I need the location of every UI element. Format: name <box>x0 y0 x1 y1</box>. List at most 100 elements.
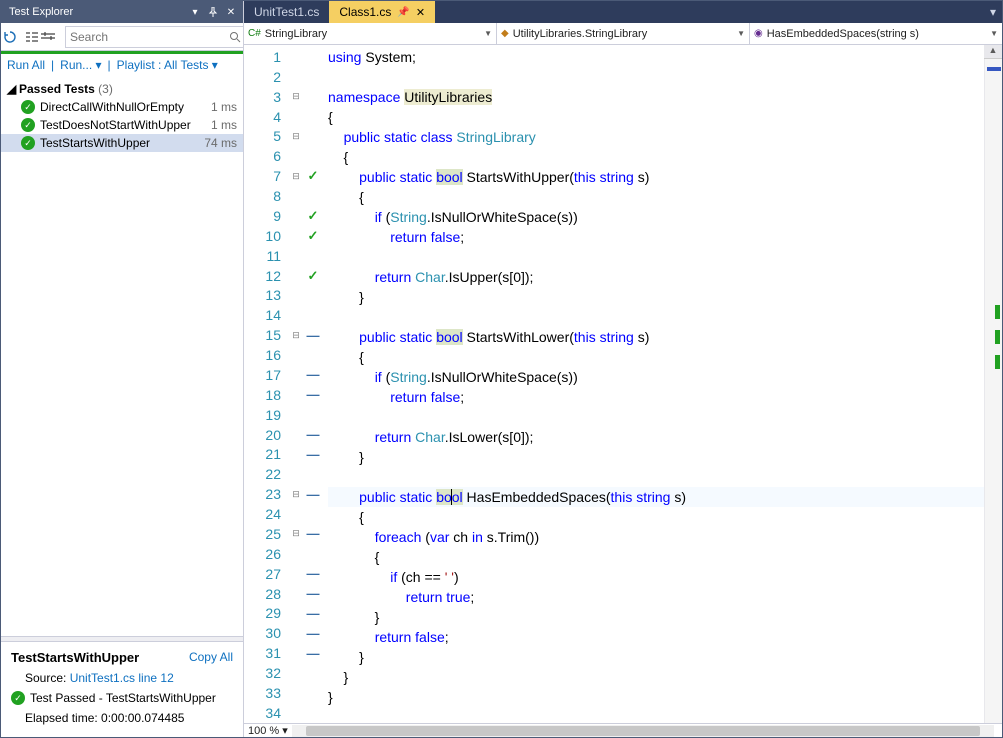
code-line[interactable]: { <box>328 507 984 527</box>
pin-icon[interactable]: 📌 <box>397 7 409 18</box>
code-line[interactable]: { <box>328 187 984 207</box>
line-number: 15 <box>244 327 289 343</box>
test-tree: ◢ Passed Tests (3) ✓ DirectCallWithNullO… <box>1 76 243 636</box>
fold-icon[interactable]: ⊟ <box>289 171 303 182</box>
code-line[interactable]: return Char.IsUpper(s[0]); <box>328 267 984 287</box>
line-number: 33 <box>244 685 289 701</box>
run-all-link[interactable]: Run All <box>7 58 45 72</box>
expand-icon[interactable]: ◢ <box>7 82 19 96</box>
close-tab-icon[interactable]: ✕ <box>416 6 425 19</box>
code-line[interactable]: return true; <box>328 587 984 607</box>
code-line[interactable]: } <box>328 447 984 467</box>
window-position-icon[interactable]: ▾ <box>187 4 203 20</box>
code-line[interactable] <box>328 707 984 723</box>
code-line[interactable]: return Char.IsLower(s[0]); <box>328 427 984 447</box>
code-editor[interactable]: 1 2 3 ⊟ 4 5 ⊟ 6 7 ⊟ ✓ 8 9 ✓ 10 ✓ 11 12 ✓ <box>244 45 1002 723</box>
nav-class-combo[interactable]: ◆ UtilityLibraries.StringLibrary ▼ <box>497 23 750 44</box>
code-line[interactable]: if (String.IsNullOrWhiteSpace(s)) <box>328 367 984 387</box>
close-icon[interactable]: ✕ <box>223 4 239 20</box>
code-line[interactable]: return false; <box>328 387 984 407</box>
playlist-link[interactable]: Playlist : All Tests ▾ <box>117 58 218 72</box>
code-line[interactable]: namespace UtilityLibraries <box>328 87 984 107</box>
code-line[interactable] <box>328 67 984 87</box>
coverage-indicator: — <box>303 447 323 462</box>
code-line[interactable] <box>328 467 984 487</box>
split-icon[interactable]: ▲ <box>984 45 1002 59</box>
zoom-level[interactable]: 100 % ▾ <box>248 724 288 737</box>
code-line[interactable]: public static class StringLibrary <box>328 127 984 147</box>
tab-overflow-icon[interactable]: ▾ <box>984 1 1002 23</box>
code-line[interactable]: public static bool HasEmbeddedSpaces(thi… <box>328 487 984 507</box>
test-item[interactable]: ✓ TestStartsWithUpper 74 ms <box>1 134 243 152</box>
nav-project-combo[interactable]: C# StringLibrary ▼ <box>244 23 497 44</box>
document-tab[interactable]: Class1.cs 📌 ✕ <box>329 1 435 23</box>
line-number: 34 <box>244 705 289 721</box>
code-body[interactable]: using System; namespace UtilityLibraries… <box>328 45 984 723</box>
editor-pane: UnitTest1.cs Class1.cs 📌 ✕ ▾ C# StringLibra… <box>244 1 1002 737</box>
line-number: 14 <box>244 307 289 323</box>
code-line[interactable]: using System; <box>328 47 984 67</box>
vertical-scrollbar[interactable]: ▲ <box>984 45 1002 723</box>
test-group-passed[interactable]: ◢ Passed Tests (3) <box>1 80 243 98</box>
pin-icon[interactable] <box>205 4 221 20</box>
detail-pass-label: Test Passed - TestStartsWithUpper <box>30 691 216 705</box>
code-line[interactable]: } <box>328 687 984 707</box>
chevron-down-icon: ▼ <box>990 29 998 38</box>
line-number: 5 <box>244 128 289 144</box>
line-number: 12 <box>244 268 289 284</box>
code-line[interactable]: { <box>328 107 984 127</box>
fold-icon[interactable]: ⊟ <box>289 131 303 142</box>
code-line[interactable]: } <box>328 647 984 667</box>
panel-title: Test Explorer <box>9 6 187 18</box>
coverage-marker <box>995 355 1000 369</box>
fold-icon[interactable]: ⊟ <box>289 528 303 539</box>
line-number: 13 <box>244 287 289 303</box>
filter-icon[interactable] <box>41 25 55 49</box>
test-item[interactable]: ✓ DirectCallWithNullOrEmpty 1 ms <box>1 98 243 116</box>
test-name: TestStartsWithUpper <box>40 136 198 150</box>
code-line[interactable]: } <box>328 607 984 627</box>
search-input[interactable] <box>66 30 229 44</box>
code-line[interactable]: public static bool StartsWithUpper(this … <box>328 167 984 187</box>
test-duration: 1 ms <box>211 118 237 132</box>
chevron-down-icon: ▼ <box>737 29 745 38</box>
detail-elapsed: Elapsed time: 0:00:00.074485 <box>25 711 233 725</box>
code-line[interactable] <box>328 247 984 267</box>
line-number: 24 <box>244 506 289 522</box>
code-line[interactable]: if (ch == ' ') <box>328 567 984 587</box>
detail-source-link[interactable]: UnitTest1.cs line 12 <box>70 671 174 685</box>
code-line[interactable]: { <box>328 547 984 567</box>
document-tab[interactable]: UnitTest1.cs <box>244 1 329 23</box>
test-name: TestDoesNotStartWithUpper <box>40 118 205 132</box>
code-line[interactable]: return false; <box>328 227 984 247</box>
code-line[interactable] <box>328 307 984 327</box>
code-line[interactable]: foreach (var ch in s.Trim()) <box>328 527 984 547</box>
copy-all-link[interactable]: Copy All <box>189 650 233 665</box>
coverage-indicator: — <box>303 646 323 661</box>
editor-statusbar: 100 % ▾ <box>244 723 1002 737</box>
line-number: 21 <box>244 446 289 462</box>
code-line[interactable]: if (String.IsNullOrWhiteSpace(s)) <box>328 207 984 227</box>
code-line[interactable] <box>328 407 984 427</box>
search-box[interactable] <box>65 26 250 48</box>
nav-member-combo[interactable]: ◉ HasEmbeddedSpaces(string s) ▼ <box>750 23 1002 44</box>
code-line[interactable]: } <box>328 287 984 307</box>
code-line[interactable]: return false; <box>328 627 984 647</box>
code-line[interactable]: public static bool StartsWithLower(this … <box>328 327 984 347</box>
fold-icon[interactable]: ⊟ <box>289 91 303 102</box>
code-line[interactable]: { <box>328 347 984 367</box>
fold-icon[interactable]: ⊟ <box>289 489 303 500</box>
line-number: 4 <box>244 109 289 125</box>
group-by-icon[interactable] <box>25 25 39 49</box>
horizontal-scrollbar[interactable] <box>292 725 994 737</box>
run-link[interactable]: Run... ▾ <box>60 58 101 72</box>
code-line[interactable]: } <box>328 667 984 687</box>
coverage-marker <box>995 330 1000 344</box>
refresh-icon[interactable] <box>3 25 17 49</box>
coverage-indicator: — <box>303 586 323 601</box>
tab-label: Class1.cs <box>339 5 391 19</box>
fold-icon[interactable]: ⊟ <box>289 330 303 341</box>
test-item[interactable]: ✓ TestDoesNotStartWithUpper 1 ms <box>1 116 243 134</box>
code-line[interactable]: { <box>328 147 984 167</box>
test-explorer-titlebar: Test Explorer ▾ ✕ <box>1 1 243 23</box>
